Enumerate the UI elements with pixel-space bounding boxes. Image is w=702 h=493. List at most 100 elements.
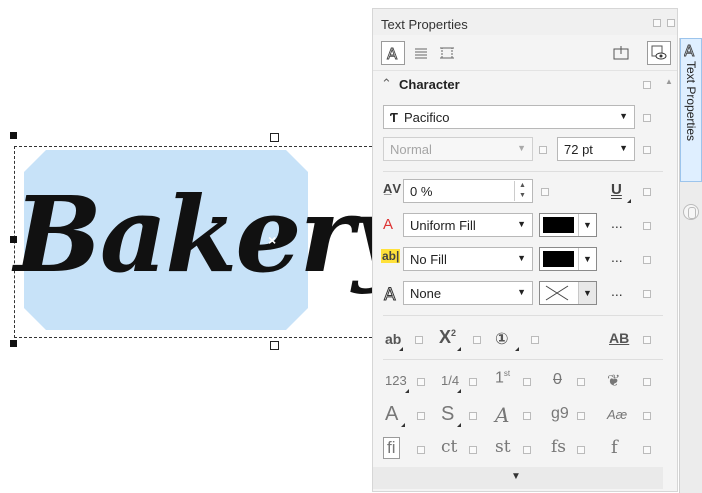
collapse-chevron-icon[interactable]: ⌃: [381, 76, 392, 92]
chevron-down-icon: ▼: [578, 248, 596, 270]
kerning-option-icon[interactable]: [541, 188, 549, 196]
underline-icon[interactable]: U: [611, 181, 622, 198]
selection-handle-bottom-left[interactable]: [10, 340, 17, 347]
center-x-icon[interactable]: ×: [268, 233, 276, 247]
tab-secondary-icon[interactable]: [683, 204, 699, 220]
font-size-dropdown[interactable]: 72 pt ▼: [557, 137, 635, 161]
underline-flyout-corner: [627, 199, 631, 203]
fill-option-icon[interactable]: [643, 222, 651, 230]
superscript-exp: 2: [451, 328, 457, 338]
long-s-option-icon[interactable]: [643, 446, 651, 454]
paragraph-tab-button[interactable]: [409, 41, 433, 65]
underline-option-icon[interactable]: [643, 188, 651, 196]
flyout-corner: [405, 389, 409, 393]
discretionary-ligatures-icon[interactable]: ct: [441, 437, 457, 457]
slashed-zero-option-icon[interactable]: [577, 378, 585, 386]
ordinal-base: 1: [495, 369, 504, 387]
outline-option-icon[interactable]: [643, 290, 651, 298]
fill-settings-button[interactable]: ...: [611, 215, 623, 231]
historical-forms-icon[interactable]: fs: [551, 437, 566, 457]
drawing-canvas[interactable]: Bakery ×: [0, 0, 413, 493]
swash-option-icon[interactable]: [523, 412, 531, 420]
docker-scrollbar[interactable]: ▲: [663, 73, 675, 483]
stylistic-set-option-icon[interactable]: [469, 412, 477, 420]
artistic-text[interactable]: Bakery: [14, 160, 413, 310]
expand-more-bar[interactable]: ▼: [373, 467, 663, 489]
paragraph-lines-icon: [415, 48, 427, 59]
flyout-corner: [457, 423, 461, 427]
superscript-icon[interactable]: X2: [439, 327, 456, 348]
selection-handle-top-center[interactable]: [270, 133, 279, 142]
svg-text:A: A: [684, 42, 695, 58]
kerning-input[interactable]: 0 % ▲ ▼: [403, 179, 533, 203]
circled-number-icon[interactable]: ①: [495, 329, 509, 349]
ornaments-option-icon[interactable]: [643, 378, 651, 386]
numerals-icon[interactable]: 123: [385, 373, 407, 388]
docker-titlebar[interactable]: Text Properties: [373, 9, 677, 35]
background-color-swatch[interactable]: ▼: [539, 247, 597, 271]
ab-option-icon[interactable]: [415, 336, 423, 344]
contextual-alternates-icon[interactable]: g9: [551, 405, 569, 423]
historical-ligatures-icon[interactable]: st: [495, 437, 511, 457]
stylistic-set-icon[interactable]: S: [441, 403, 454, 426]
all-caps-option-icon[interactable]: [643, 336, 651, 344]
ordinals-option-icon[interactable]: [523, 378, 531, 386]
background-settings-button[interactable]: ...: [611, 249, 623, 265]
circled-option-icon[interactable]: [531, 336, 539, 344]
character-tab-button[interactable]: A: [381, 41, 405, 65]
titling-option-icon[interactable]: [643, 412, 651, 420]
titling-alternates-icon[interactable]: Aæ: [607, 407, 627, 422]
outline-settings-button[interactable]: ...: [611, 283, 623, 299]
preview-toggle-button[interactable]: [647, 41, 671, 65]
chevron-down-icon: ▼: [619, 111, 628, 121]
long-s-icon[interactable]: f: [611, 437, 618, 458]
selection-handle-middle-left[interactable]: [10, 236, 17, 243]
swash-icon[interactable]: A: [495, 403, 509, 427]
flyout-corner: [399, 347, 403, 351]
outline-color-swatch[interactable]: ▼: [539, 281, 597, 305]
standard-ligatures-icon[interactable]: fi: [383, 437, 400, 459]
historical-forms-option-icon[interactable]: [577, 446, 585, 454]
ornaments-icon[interactable]: ❦: [607, 371, 620, 391]
underline-style-icon[interactable]: ab: [385, 331, 401, 347]
fractions-icon[interactable]: 1/4: [441, 373, 459, 388]
fill-type-dropdown[interactable]: Uniform Fill ▼: [403, 213, 533, 237]
ordinals-icon[interactable]: 1st: [495, 369, 510, 387]
outline-width-dropdown[interactable]: None ▼: [403, 281, 533, 305]
fill-color-icon: A: [383, 216, 394, 233]
frame-tab-button[interactable]: [435, 41, 459, 65]
font-style-dropdown[interactable]: Normal ▼: [383, 137, 533, 161]
kerning-spinner[interactable]: ▲ ▼: [514, 181, 530, 201]
frame-icon: [440, 47, 454, 59]
tab-text-properties[interactable]: A Text Properties: [680, 38, 702, 182]
reset-icon-button[interactable]: [609, 41, 633, 65]
preview-eye-icon: [651, 45, 667, 60]
chevron-down-icon: ▼: [517, 143, 526, 153]
font-size-option-icon[interactable]: [643, 146, 651, 154]
stylistic-alt-option-icon[interactable]: [417, 412, 425, 420]
background-fill-dropdown[interactable]: No Fill ▼: [403, 247, 533, 271]
ligatures-option-icon[interactable]: [417, 446, 425, 454]
docker-restore-icon[interactable]: [653, 19, 661, 27]
character-section-header[interactable]: ⌃ Character: [373, 73, 669, 97]
superscript-option-icon[interactable]: [473, 336, 481, 344]
background-option-icon[interactable]: [643, 256, 651, 264]
historical-option-icon[interactable]: [523, 446, 531, 454]
font-list-dropdown[interactable]: Ƭ Pacifico ▼: [383, 105, 635, 129]
selection-handle-bottom-center[interactable]: [270, 341, 279, 350]
docker-close-icon[interactable]: [667, 19, 675, 27]
docker-toolbar: A: [373, 37, 677, 71]
contextual-option-icon[interactable]: [577, 412, 585, 420]
discretionary-option-icon[interactable]: [469, 446, 477, 454]
font-option-icon[interactable]: [643, 114, 651, 122]
section-option-icon[interactable]: [643, 81, 651, 89]
font-style-option-icon[interactable]: [539, 146, 547, 154]
numerals-option-icon[interactable]: [417, 378, 425, 386]
fill-color-swatch[interactable]: ▼: [539, 213, 597, 237]
selection-handle-top-left[interactable]: [10, 132, 17, 139]
svg-text:A: A: [387, 45, 398, 61]
stylistic-alternates-icon[interactable]: A: [385, 403, 398, 426]
fractions-option-icon[interactable]: [469, 378, 477, 386]
all-caps-icon[interactable]: AB: [609, 330, 629, 346]
slashed-zero-icon[interactable]: 0: [553, 371, 562, 389]
